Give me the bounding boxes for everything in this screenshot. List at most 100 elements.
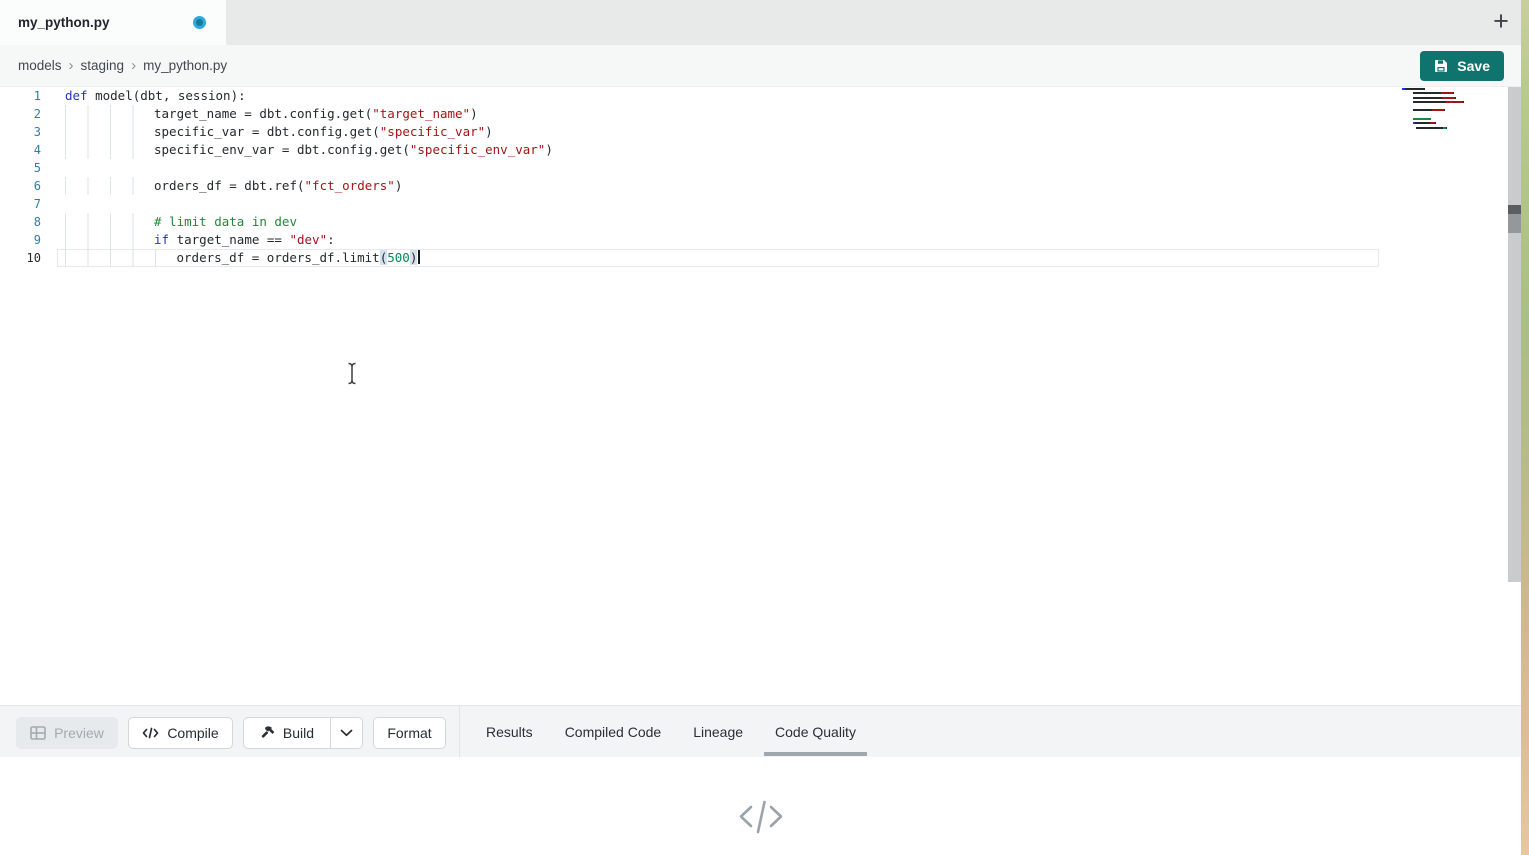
save-button-label: Save: [1457, 58, 1490, 74]
code-token: ): [395, 178, 403, 193]
line-number: 7: [0, 195, 41, 213]
text-caret: [418, 250, 420, 264]
code-token: specific_env_var = dbt.config.get(: [154, 142, 410, 157]
line-content[interactable]: [57, 159, 1379, 177]
code-token: specific_var = dbt.config.get(: [154, 124, 380, 139]
code-line[interactable]: 3specific_var = dbt.config.get("specific…: [0, 123, 1521, 141]
minimap-token: [1413, 118, 1431, 120]
minimap-token: [1463, 101, 1464, 103]
format-button[interactable]: Format: [373, 717, 446, 749]
preview-table-icon: [30, 726, 46, 740]
breadcrumb-item[interactable]: models: [18, 58, 62, 73]
line-number: 4: [0, 141, 41, 159]
code-token: if: [154, 232, 169, 247]
code-editor[interactable]: 1def model(dbt, session):2 target_name = …: [0, 87, 1521, 705]
code-token: # limit data in dev: [154, 214, 297, 229]
breadcrumb-separator-icon: ›: [69, 57, 74, 74]
code-line[interactable]: 4 specific_env_var = dbt.config.get("spec…: [0, 141, 1521, 159]
code-token: orders_df = orders_df.limit: [177, 250, 380, 265]
minimap-line: [1402, 105, 1502, 107]
code-token: "dev": [289, 232, 327, 247]
line-content[interactable]: # limit data in dev: [57, 213, 1379, 231]
minimap-token: [1446, 101, 1463, 103]
minimap-line: [1416, 127, 1502, 129]
code-line[interactable]: 2 target_name = dbt.config.get("target_na…: [0, 105, 1521, 123]
code-token: "specific_env_var": [410, 142, 545, 157]
compile-button[interactable]: Compile: [128, 717, 233, 749]
code-line[interactable]: 1def model(dbt, session):: [0, 87, 1521, 105]
code-token: def: [65, 88, 88, 103]
toolbar-divider: [459, 706, 460, 757]
line-number: 10: [0, 249, 41, 267]
indent-guides: [65, 213, 154, 231]
indent-guides: [65, 177, 154, 195]
build-options-dropdown-button[interactable]: [330, 717, 363, 749]
minimap-line: [1402, 88, 1502, 90]
indent-guides: [65, 231, 154, 249]
desktop-wallpaper-edge: [1521, 0, 1529, 855]
line-content[interactable]: orders_df = dbt.ref("fct_orders"): [57, 177, 1379, 195]
line-content[interactable]: specific_env_var = dbt.config.get("speci…: [57, 141, 1379, 159]
code-line[interactable]: 10 orders_df = orders_df.limit(500): [0, 249, 1521, 267]
unsaved-changes-dot-icon: [193, 16, 206, 29]
code-token: "fct_orders": [305, 178, 395, 193]
minimap-token: [1413, 109, 1432, 111]
line-content[interactable]: target_name = dbt.config.get("target_nam…: [57, 105, 1379, 123]
code-line[interactable]: 8# limit data in dev: [0, 213, 1521, 231]
editor-scrollbar[interactable]: [1508, 87, 1521, 582]
line-content[interactable]: [57, 195, 1379, 213]
minimap-line: [1413, 122, 1502, 124]
line-number: 2: [0, 105, 41, 123]
line-content[interactable]: if target_name == "dev":: [57, 231, 1379, 249]
code-token: "target_name": [372, 106, 470, 121]
file-tab-my-python[interactable]: my_python.py: [0, 0, 226, 45]
line-content[interactable]: orders_df = orders_df.limit(500): [57, 249, 1379, 267]
minimap-token: [1415, 122, 1430, 124]
breadcrumb-item[interactable]: staging: [81, 58, 125, 73]
save-button[interactable]: Save: [1420, 51, 1504, 81]
line-content[interactable]: def model(dbt, session):: [57, 87, 1379, 105]
panel-tab-compiled-code[interactable]: Compiled Code: [549, 706, 678, 757]
build-button[interactable]: Build: [243, 717, 331, 749]
minimap-token: [1432, 109, 1443, 111]
minimap-token: [1413, 92, 1441, 94]
indent-guides: [65, 141, 154, 159]
code-token: :: [327, 232, 335, 247]
breadcrumb: models›staging›my_python.py: [18, 58, 227, 73]
minimap-token: [1413, 101, 1445, 103]
minimap-token: [1441, 92, 1453, 94]
minimap-token: [1444, 109, 1445, 111]
minimap[interactable]: [1402, 88, 1502, 131]
code-token: ): [470, 106, 478, 121]
new-tab-button[interactable]: +: [1485, 5, 1517, 39]
code-line[interactable]: 9if target_name == "dev":: [0, 231, 1521, 249]
code-line[interactable]: 5: [0, 159, 1521, 177]
code-lines: 1def model(dbt, session):2 target_name = …: [0, 87, 1521, 267]
preview-button[interactable]: Preview: [16, 717, 118, 749]
minimap-token: [1416, 127, 1442, 129]
code-line[interactable]: 7: [0, 195, 1521, 213]
panel-tab-lineage[interactable]: Lineage: [677, 706, 759, 757]
panel-tab-results[interactable]: Results: [470, 706, 549, 757]
breadcrumb-item[interactable]: my_python.py: [143, 58, 227, 73]
minimap-token: [1446, 127, 1447, 129]
panel-content: [0, 757, 1521, 855]
code-token: target_name = dbt.config.get(: [154, 106, 372, 121]
line-number: 6: [0, 177, 41, 195]
compile-code-icon: [142, 727, 159, 739]
code-token: orders_df = dbt.ref(: [154, 178, 305, 193]
build-button-label: Build: [283, 725, 314, 741]
scrollbar-thumb[interactable]: [1508, 205, 1521, 233]
ide-window: my_python.py + models›staging›my_python.…: [0, 0, 1521, 855]
format-button-label: Format: [387, 725, 431, 741]
breadcrumb-bar: models›staging›my_python.py Save: [0, 45, 1521, 87]
minimap-line: [1413, 97, 1502, 99]
code-line[interactable]: 6 orders_df = dbt.ref("fct_orders"): [0, 177, 1521, 195]
minimap-token: [1405, 88, 1425, 90]
minimap-line: [1413, 118, 1502, 120]
line-content[interactable]: specific_var = dbt.config.get("specific_…: [57, 123, 1379, 141]
panel-tab-code-quality[interactable]: Code Quality: [759, 706, 872, 757]
indent-guides: [65, 105, 154, 123]
code-token: ): [410, 250, 418, 265]
minimap-token: [1413, 97, 1442, 99]
